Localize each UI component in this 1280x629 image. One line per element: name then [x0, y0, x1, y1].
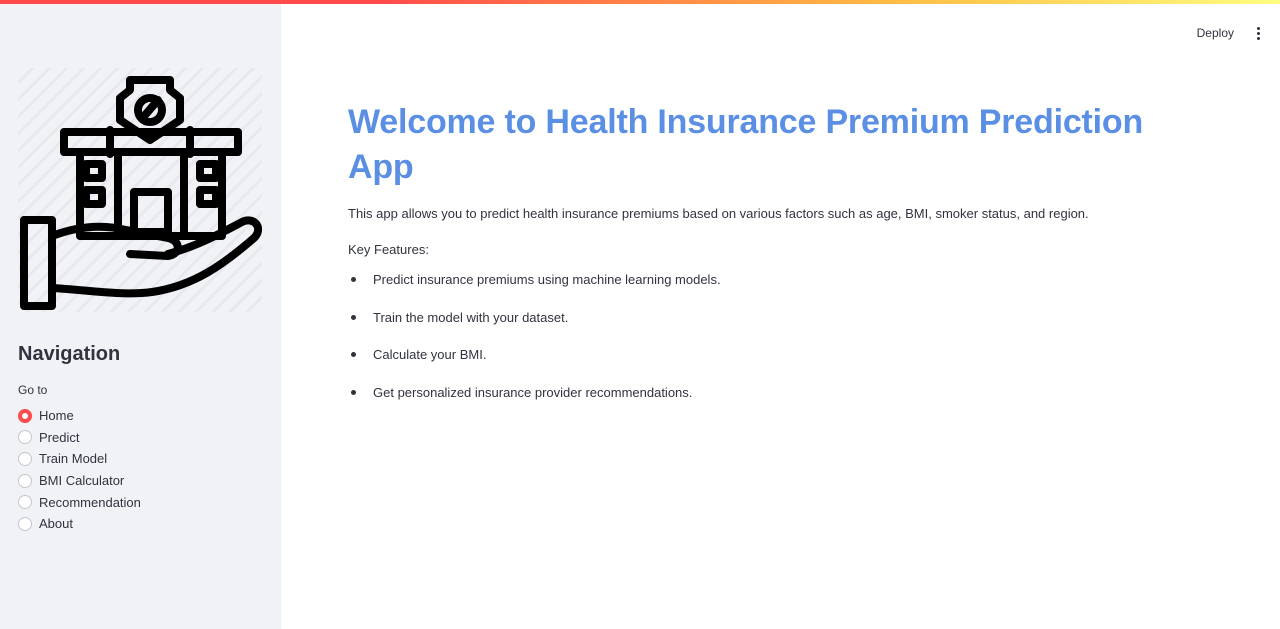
radio-option-about[interactable]: About	[18, 513, 141, 535]
features-heading: Key Features:	[348, 242, 429, 257]
header-decoration-bar	[0, 0, 1280, 4]
menu-dot	[1256, 26, 1260, 30]
radio-button[interactable]	[18, 451, 32, 466]
radio-option-home[interactable]: Home	[18, 405, 141, 427]
radio-option-label: Train Model	[39, 451, 108, 467]
feature-text: Get personalized insurance provider reco…	[373, 384, 693, 400]
radio-option-bmi-calculator[interactable]: BMI Calculator	[18, 470, 141, 492]
menu-dot	[1256, 31, 1260, 35]
radio-button[interactable]	[18, 495, 32, 510]
list-item: Calculate your BMI.	[348, 347, 1188, 385]
radio-option-label: Home	[39, 408, 74, 424]
hand-holding-building-shield-icon	[20, 76, 263, 310]
more-vertical-icon[interactable]	[1248, 22, 1268, 44]
header-toolbar: Deploy	[1189, 22, 1268, 44]
bullet-icon	[351, 277, 356, 282]
radio-option-label: Recommendation	[39, 494, 141, 510]
list-item: Get personalized insurance provider reco…	[348, 385, 1188, 423]
bullet-icon	[351, 389, 356, 395]
navigation-radio-group: Home Predict Train Model BMI Calculator …	[18, 405, 141, 535]
sidebar-logo	[18, 68, 263, 312]
radio-button[interactable]	[18, 430, 32, 445]
deploy-button[interactable]: Deploy	[1189, 23, 1242, 43]
bullet-icon	[351, 314, 356, 320]
radio-option-recommendation[interactable]: Recommendation	[18, 491, 141, 513]
radio-option-label: About	[39, 516, 73, 532]
radio-group-caption: Go to	[18, 383, 48, 397]
radio-option-label: Predict	[39, 429, 80, 445]
intro-paragraph: This app allows you to predict health in…	[348, 206, 1089, 221]
radio-option-label: BMI Calculator	[39, 473, 125, 489]
page-title: Welcome to Health Insurance Premium Pred…	[348, 103, 1144, 186]
radio-button[interactable]	[18, 473, 32, 488]
app-root: Navigation Go to Home Predict Train Mode…	[0, 0, 1280, 629]
radio-button[interactable]	[18, 516, 32, 531]
menu-dot	[1256, 36, 1260, 40]
features-list: Predict insurance premiums using machine…	[348, 272, 1188, 422]
list-item: Train the model with your dataset.	[348, 310, 1188, 348]
main-content: Welcome to Health Insurance Premium Pred…	[348, 100, 1188, 422]
radio-button-checked[interactable]	[18, 408, 32, 423]
list-item: Predict insurance premiums using machine…	[348, 272, 1188, 310]
feature-text: Predict insurance premiums using machine…	[373, 272, 721, 287]
radio-option-predict[interactable]: Predict	[18, 427, 141, 449]
feature-text: Train the model with your dataset.	[373, 309, 569, 325]
radio-option-train-model[interactable]: Train Model	[18, 448, 141, 470]
sidebar: Navigation Go to Home Predict Train Mode…	[0, 0, 281, 629]
sidebar-nav-title: Navigation	[18, 343, 121, 365]
feature-text: Calculate your BMI.	[373, 347, 487, 363]
bullet-icon	[351, 352, 356, 358]
